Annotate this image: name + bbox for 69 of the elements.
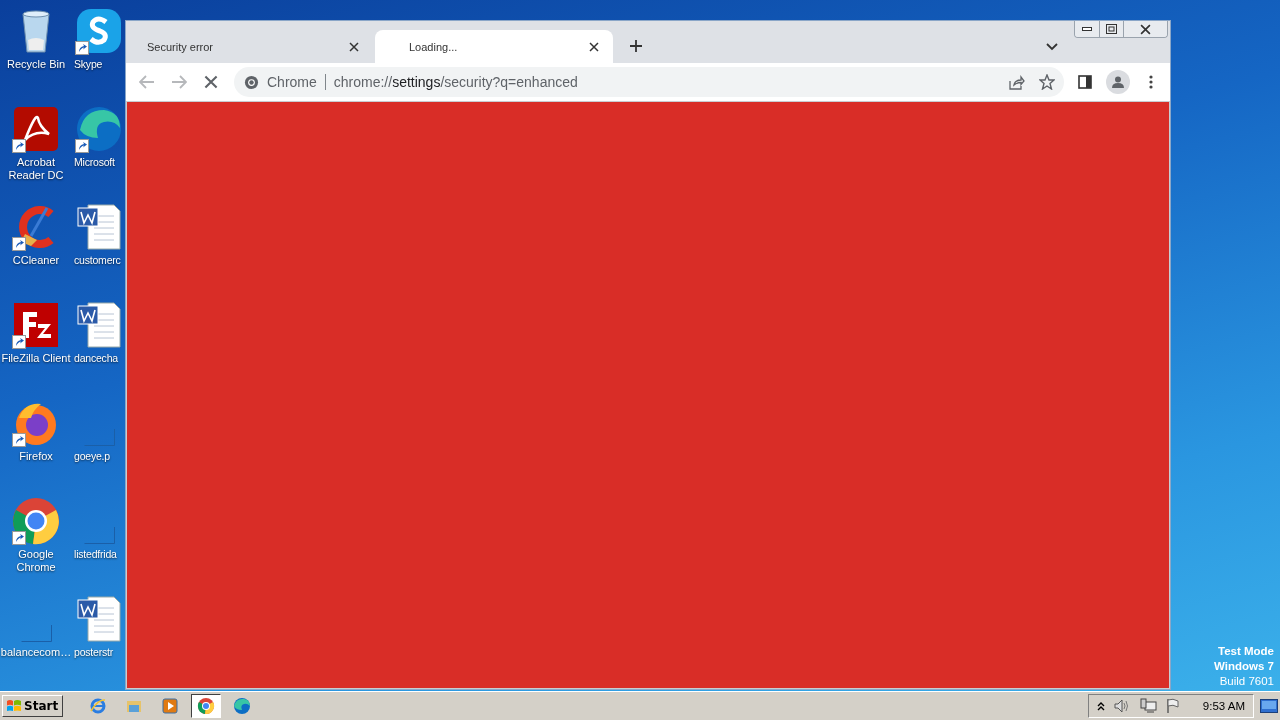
taskbar-app-button[interactable] bbox=[191, 694, 222, 718]
back-arrow-icon bbox=[139, 75, 155, 89]
word-document-icon bbox=[74, 300, 124, 350]
minimize-button[interactable] bbox=[1075, 21, 1099, 37]
icon-label[interactable]: Firefox bbox=[19, 450, 53, 463]
icon-label[interactable]: posterstr bbox=[74, 646, 114, 659]
pdf-app-icon bbox=[11, 104, 61, 154]
skype-icon bbox=[74, 6, 124, 56]
word-document-icon bbox=[74, 202, 124, 252]
clock-time[interactable]: 9:53 AM bbox=[1202, 700, 1245, 712]
side-panel-icon bbox=[1078, 75, 1092, 89]
close-icon bbox=[589, 41, 599, 52]
chevron-up-icon[interactable] bbox=[1096, 701, 1105, 711]
icon-label[interactable]: Microsoft bbox=[74, 156, 115, 169]
icon-label[interactable]: balancecom… bbox=[0, 646, 72, 659]
edge-icon bbox=[74, 104, 124, 154]
forward-arrow-icon bbox=[171, 75, 187, 89]
system-notice-text: Build 7601 bbox=[1219, 674, 1274, 689]
icon-label[interactable]: FileZilla Client bbox=[1, 352, 71, 365]
profile-button[interactable] bbox=[1106, 70, 1130, 94]
network-icon[interactable] bbox=[1138, 698, 1157, 714]
blank-file-icon bbox=[84, 429, 115, 446]
restore-button[interactable] bbox=[1099, 21, 1123, 37]
tab-title: Security error bbox=[147, 40, 214, 53]
windows-logo-icon bbox=[6, 699, 22, 713]
site-chip: Chrome bbox=[267, 74, 326, 90]
share-icon bbox=[1009, 74, 1025, 90]
icon-label[interactable]: Skype bbox=[74, 58, 103, 71]
browser-tab[interactable]: Security error bbox=[135, 30, 373, 63]
icon-label[interactable]: CCleaner bbox=[12, 254, 60, 267]
word-document-icon bbox=[74, 594, 124, 644]
icon-label[interactable]: listedfrida bbox=[74, 548, 117, 561]
url-text: chrome://settings/security?q=enhanced bbox=[333, 74, 579, 90]
icon-label[interactable]: Google Chrome bbox=[0, 548, 72, 574]
close-icon bbox=[204, 75, 218, 89]
media-player-icon bbox=[161, 697, 180, 715]
icon-label[interactable]: Recycle Bin bbox=[6, 58, 66, 71]
close-window-button[interactable] bbox=[1123, 21, 1167, 37]
chrome-logo-icon bbox=[244, 74, 259, 90]
flag-icon[interactable] bbox=[1164, 698, 1181, 714]
address-bar[interactable]: Chrome chrome://settings/security?q=enhanced bbox=[234, 67, 1064, 97]
more-vertical-icon bbox=[1149, 75, 1153, 89]
icon-label[interactable]: customerc bbox=[74, 254, 121, 267]
person-icon bbox=[1111, 75, 1125, 89]
edge-icon bbox=[233, 697, 252, 715]
tab-title: Loading... bbox=[409, 40, 458, 53]
browser-tab[interactable]: Loading... bbox=[375, 30, 613, 63]
chrome-icon bbox=[11, 496, 61, 546]
restore-icon bbox=[1106, 24, 1117, 34]
icon-label[interactable]: dancecha bbox=[74, 352, 118, 365]
icon-label[interactable]: goeye.p bbox=[74, 450, 110, 463]
icon-label[interactable]: Acrobat Reader DC bbox=[0, 156, 72, 182]
blank-file-icon bbox=[84, 527, 115, 544]
chrome-icon bbox=[197, 697, 216, 715]
plus-icon bbox=[629, 39, 643, 53]
speaker-icon[interactable] bbox=[1112, 698, 1131, 714]
filezilla-icon bbox=[11, 300, 61, 350]
close-icon bbox=[349, 41, 359, 52]
start-button[interactable]: Start bbox=[2, 695, 64, 717]
system-notice-text: Test Mode bbox=[1218, 644, 1274, 659]
minimize-icon bbox=[1082, 27, 1092, 31]
system-notice-text: Windows 7 bbox=[1214, 659, 1274, 674]
show-desktop-icon[interactable] bbox=[1260, 699, 1278, 713]
chevron-down-icon bbox=[1046, 43, 1058, 51]
blank-file-icon bbox=[21, 625, 52, 642]
bookmark-button[interactable] bbox=[1036, 71, 1058, 93]
close-icon bbox=[1140, 23, 1151, 35]
internet-explorer-icon bbox=[89, 697, 108, 715]
star-icon bbox=[1039, 74, 1055, 90]
